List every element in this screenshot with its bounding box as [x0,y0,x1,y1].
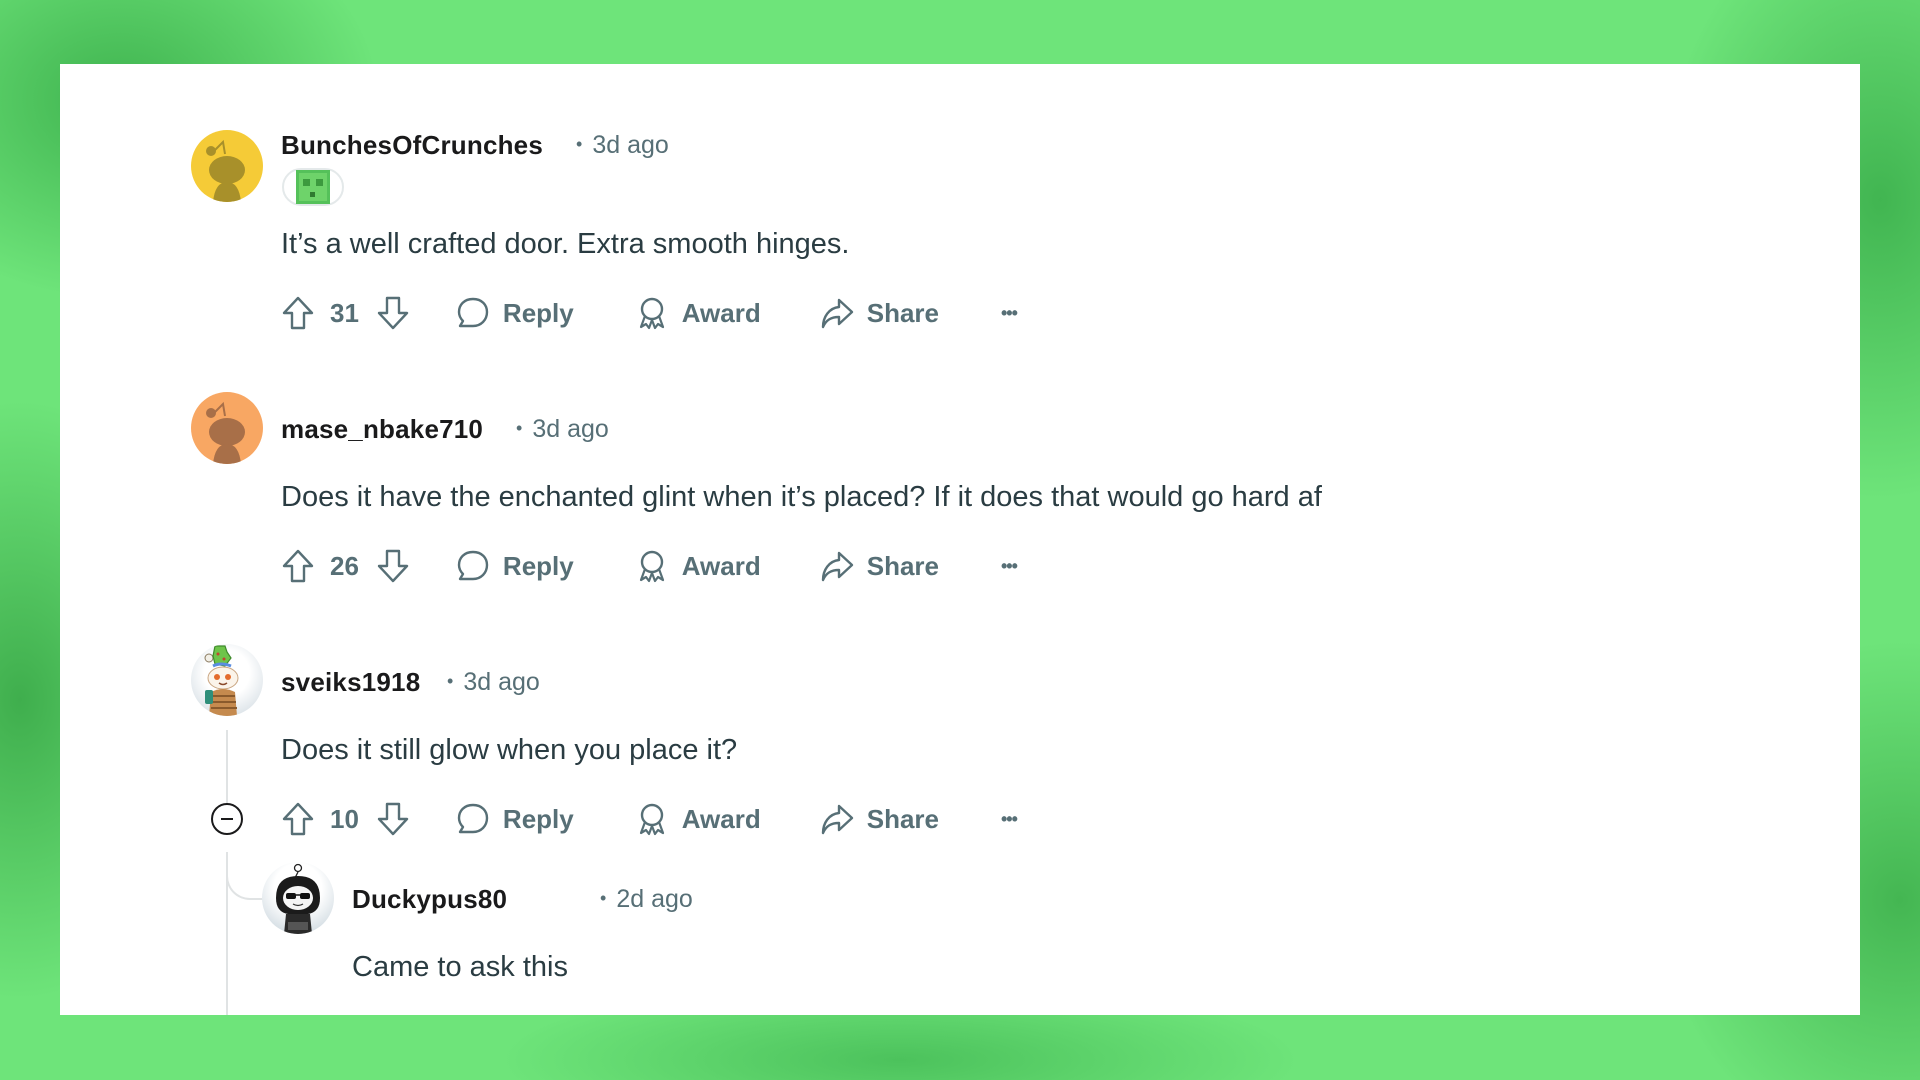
reply-button[interactable]: Reply [455,295,574,331]
award-button[interactable]: Award [634,295,761,331]
comments-panel: BunchesOfCrunches • 3d ago It’s a well cr… [60,64,1860,1015]
vote-count: 10 [330,803,359,834]
more-options-button[interactable]: ••• [1001,555,1018,577]
share-button[interactable]: Share [819,801,939,837]
avatar[interactable] [191,392,263,464]
award-button[interactable]: Award [634,801,761,837]
downvote-button[interactable] [375,295,411,331]
award-button[interactable]: Award [634,548,761,584]
timestamp[interactable]: 2d ago [616,885,692,913]
comment-actions: 10 Reply Award Share ••• [280,797,1018,841]
reply-label: Reply [502,297,574,328]
comment-meta: • 3d ago [576,131,669,160]
downvote-button[interactable] [375,801,411,837]
award-ribbon-icon [639,550,664,583]
award-label: Award [681,550,761,581]
comment-body: Does it have the enchanted glint when it… [281,481,1322,513]
comment-actions: 26 Reply Award Share ••• [280,544,1018,588]
share-arrow-icon [821,551,853,582]
comment-bubble-icon [457,803,489,834]
upvote-arrow-icon [282,802,314,836]
user-flair [282,168,344,206]
separator-dot: • [600,888,607,908]
avatar[interactable] [191,130,263,202]
downvote-button[interactable] [375,548,411,584]
avatar[interactable] [262,862,334,934]
downvote-arrow-icon [377,296,409,330]
comment-meta: • 2d ago [600,885,693,914]
timestamp[interactable]: 3d ago [463,668,539,696]
upvote-arrow-icon [282,549,314,583]
vote-count: 26 [330,550,359,581]
award-ribbon-icon [639,803,664,836]
more-options-button[interactable]: ••• [1001,808,1018,830]
comment-meta: • 3d ago [516,415,609,444]
snoo-silhouette-icon [206,139,245,202]
comment-bubble-icon [457,550,489,581]
share-button[interactable]: Share [819,295,939,331]
more-dots-icon: ••• [1001,555,1018,576]
share-label: Share [866,297,939,328]
minecraft-slime-flair-icon [296,170,330,204]
timestamp[interactable]: 3d ago [592,131,668,159]
minus-icon [221,817,233,821]
username[interactable]: sveiks1918 [281,667,420,698]
collapse-thread-button[interactable] [211,803,243,835]
vote-count: 31 [330,297,359,328]
comment-meta: • 3d ago [447,668,540,697]
snoo-custom-avatar-icon [204,645,239,716]
avatar[interactable] [191,644,263,716]
downvote-arrow-icon [377,549,409,583]
award-label: Award [681,803,761,834]
upvote-arrow-icon [282,296,314,330]
share-label: Share [866,803,939,834]
share-button[interactable]: Share [819,548,939,584]
reply-button[interactable]: Reply [455,548,574,584]
username[interactable]: BunchesOfCrunches [281,130,543,161]
upvote-button[interactable] [280,295,316,331]
username[interactable]: mase_nbake710 [281,414,483,445]
snoo-silhouette-icon [206,401,245,464]
comment-bubble-icon [457,297,489,328]
award-label: Award [681,297,761,328]
comment-body: Does it still glow when you place it? [281,734,738,766]
more-dots-icon: ••• [1001,302,1018,323]
share-label: Share [866,550,939,581]
share-arrow-icon [821,804,853,835]
reply-label: Reply [502,803,574,834]
upvote-button[interactable] [280,548,316,584]
upvote-button[interactable] [280,801,316,837]
award-ribbon-icon [639,297,664,330]
comment-body: It’s a well crafted door. Extra smooth h… [281,228,850,260]
reply-button[interactable]: Reply [455,801,574,837]
separator-dot: • [576,134,583,154]
separator-dot: • [516,418,523,438]
username[interactable]: Duckypus80 [352,884,507,915]
reply-label: Reply [502,550,574,581]
timestamp[interactable]: 3d ago [532,415,608,443]
snoo-hooded-sunglasses-avatar-icon [276,863,320,934]
comment-body: Came to ask this [352,951,568,983]
share-arrow-icon [821,298,853,329]
separator-dot: • [447,671,454,691]
more-options-button[interactable]: ••• [1001,302,1018,324]
comment-actions: 31 Reply Award Share ••• [280,291,1018,335]
more-dots-icon: ••• [1001,808,1018,829]
downvote-arrow-icon [377,802,409,836]
